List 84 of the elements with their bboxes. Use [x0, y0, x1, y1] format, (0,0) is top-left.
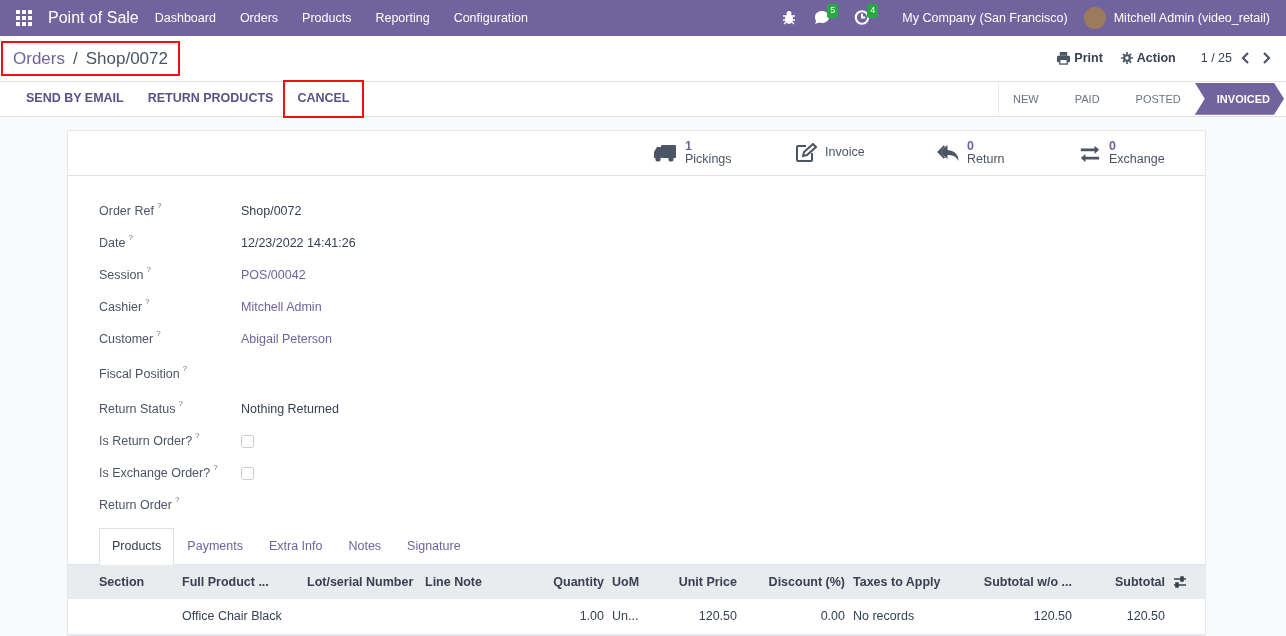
field-label: Order Ref: [99, 203, 154, 221]
company-switcher[interactable]: My Company (San Francisco): [902, 8, 1068, 28]
header-action-button[interactable]: CANCEL: [285, 81, 362, 116]
help-mark[interactable]: ?: [156, 202, 162, 211]
breadcrumb-current: Shop/0072: [85, 47, 168, 70]
app-title[interactable]: Point of Sale: [48, 5, 139, 30]
column-header[interactable]: Subtotal w/o ...: [946, 564, 1076, 600]
field-link[interactable]: POS/00042: [241, 266, 306, 286]
reply-all-icon: [937, 143, 959, 162]
checkbox[interactable]: [241, 467, 254, 481]
breadcrumb-separator: /: [72, 47, 78, 70]
column-header[interactable]: Line Note: [421, 564, 513, 600]
table-cell: 120.50: [1076, 599, 1169, 635]
activity-count: 4: [867, 4, 879, 18]
help-mark[interactable]: ?: [178, 400, 183, 409]
column-header[interactable]: Full Product ...: [178, 564, 303, 600]
user-menu[interactable]: Mitchell Admin (video_retail): [1113, 8, 1270, 28]
table-cell: 0.00: [741, 599, 849, 635]
help-mark[interactable]: ?: [145, 298, 150, 307]
field-label: Return Status: [99, 401, 176, 419]
table-cell: 1.00: [513, 599, 608, 635]
menu-item[interactable]: Reporting: [375, 8, 430, 28]
field-link[interactable]: Mitchell Admin: [241, 298, 322, 318]
help-mark[interactable]: ?: [213, 464, 218, 473]
column-header[interactable]: Discount (%): [741, 564, 849, 600]
field-label: Session: [99, 267, 144, 285]
help-mark[interactable]: ?: [182, 365, 188, 374]
print-button[interactable]: Print: [1056, 47, 1104, 69]
column-header[interactable]: Quantity: [513, 564, 608, 600]
column-header[interactable]: Subtotal: [1076, 564, 1169, 600]
field-label: Return Order: [99, 497, 172, 515]
field-value: 12/23/2022 14:41:26: [241, 235, 356, 253]
notebook-tab[interactable]: Products: [99, 527, 175, 565]
field-label: Cashier: [99, 299, 143, 317]
help-mark[interactable]: ?: [146, 266, 151, 275]
table-cell: Office Chair Black: [178, 599, 303, 635]
checkbox[interactable]: [241, 435, 254, 449]
chevron-left-icon[interactable]: [1240, 52, 1251, 65]
column-settings-icon[interactable]: [1173, 575, 1187, 590]
truck-icon: [653, 143, 677, 162]
table-cell: 120.50: [946, 599, 1076, 635]
pager-value: 1 / 25: [1200, 49, 1232, 67]
field-label: Is Return Order?: [99, 433, 193, 451]
field-label: Fiscal Position: [99, 366, 180, 384]
column-header[interactable]: Section: [68, 564, 178, 600]
notebook-tab[interactable]: Payments: [174, 527, 256, 564]
menu-item[interactable]: Orders: [239, 8, 279, 28]
action-button[interactable]: Action: [1119, 47, 1177, 69]
header-action-button[interactable]: RETURN PRODUCTS: [135, 81, 286, 116]
table-cell: 120.50: [644, 599, 741, 635]
column-header[interactable]: Taxes to Apply: [849, 564, 946, 600]
field-label: Date: [99, 235, 126, 253]
field-value: Shop/0072: [241, 203, 302, 221]
header-action-button[interactable]: SEND BY EMAIL: [14, 81, 136, 116]
message-count: 5: [827, 4, 839, 18]
clock-icon[interactable]: [854, 10, 871, 26]
chat-icon[interactable]: [814, 10, 831, 26]
menu-item[interactable]: Products: [302, 8, 352, 28]
column-header[interactable]: UoM: [608, 564, 644, 600]
help-mark[interactable]: ?: [195, 432, 200, 441]
field-label: Is Exchange Order?: [99, 465, 211, 483]
column-header[interactable]: Lot/serial Number: [303, 564, 421, 600]
field-label: Customer: [99, 331, 154, 349]
apps-menu-icon[interactable]: [16, 9, 32, 26]
table-cell: No records: [849, 599, 946, 635]
help-mark[interactable]: ?: [156, 330, 161, 339]
gear-icon: [1120, 52, 1133, 65]
breadcrumb-link[interactable]: Orders: [13, 45, 65, 71]
help-mark[interactable]: ?: [174, 496, 180, 505]
menu-item[interactable]: Configuration: [453, 8, 528, 28]
chevron-right-icon[interactable]: [1261, 52, 1272, 65]
menu-item[interactable]: Dashboard: [154, 8, 216, 28]
field-link[interactable]: Abigail Peterson: [241, 330, 333, 350]
edit-icon: [795, 142, 817, 163]
bug-icon[interactable]: [782, 10, 797, 26]
notebook-tab[interactable]: Signature: [394, 527, 474, 564]
help-mark[interactable]: ?: [128, 234, 133, 243]
notebook-tab[interactable]: Notes: [335, 527, 395, 564]
notebook-tab[interactable]: Extra Info: [255, 527, 336, 564]
table-cell: Un...: [608, 599, 644, 635]
column-header[interactable]: Unit Price: [644, 564, 741, 600]
print-icon: [1057, 51, 1071, 65]
field-value: Nothing Returned: [241, 401, 339, 419]
status-stage[interactable]: INVOICED: [1194, 82, 1284, 115]
